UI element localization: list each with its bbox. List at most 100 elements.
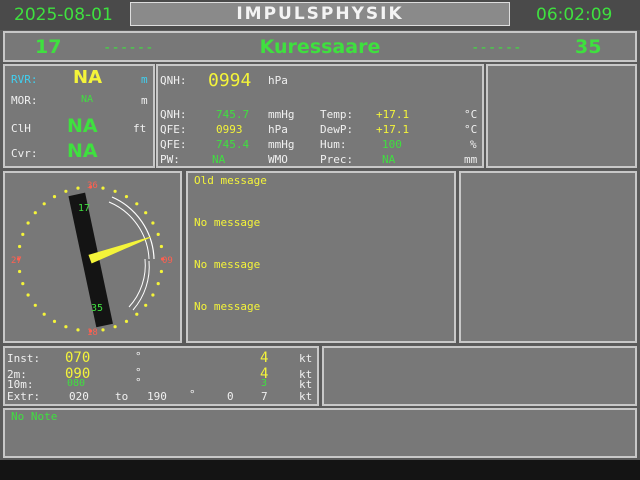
clh-label: ClH bbox=[11, 122, 31, 135]
compass-dot bbox=[159, 244, 163, 249]
compass-dot bbox=[26, 293, 30, 297]
wind-panel: Inst: 070 ° 4 kt 2m: 090 ° 4 kt 10m: 080… bbox=[3, 346, 319, 406]
compass-dot bbox=[26, 221, 30, 225]
compass-dot bbox=[135, 202, 139, 206]
compass-dot bbox=[52, 195, 57, 199]
row-unit: WMO bbox=[268, 153, 288, 166]
compass-dot bbox=[156, 232, 160, 236]
empty-panel-bottom-right bbox=[322, 346, 637, 406]
compass-dot bbox=[76, 186, 80, 190]
extr-label: Extr: bbox=[7, 390, 41, 403]
runway-bottom-label: 35 bbox=[91, 303, 103, 314]
visibility-panel: RVR: NA m MOR: NA m ClH NA ft Cvr: NA bbox=[3, 64, 155, 168]
row-label: QFE: bbox=[160, 123, 187, 136]
row-unit-2: % bbox=[470, 138, 477, 151]
header-date: 2025-08-01 bbox=[14, 5, 113, 25]
row-value-2: +17.1 bbox=[376, 123, 410, 136]
compass-dot bbox=[33, 211, 37, 215]
compass-dot bbox=[144, 211, 148, 215]
compass-panel: 17 35 36 09 18 27 bbox=[3, 171, 182, 343]
row-label: QNH: bbox=[160, 108, 187, 121]
compass-dot bbox=[18, 244, 22, 249]
message-item: No message bbox=[194, 258, 261, 271]
inst-unit: kt bbox=[299, 352, 313, 365]
empty-panel-mid-right bbox=[459, 171, 637, 343]
compass-dot bbox=[135, 312, 139, 316]
row-unit: mmHg bbox=[268, 138, 295, 151]
messages-title: Old message bbox=[194, 174, 267, 187]
variation-arc-lower bbox=[128, 258, 146, 308]
row-unit: mmHg bbox=[268, 108, 295, 121]
row-label: PW: bbox=[160, 153, 180, 166]
compass-dot bbox=[42, 312, 46, 316]
m10-speed: 3 bbox=[261, 378, 268, 389]
extr-deg: ° bbox=[189, 388, 196, 401]
row-unit: hPa bbox=[268, 123, 288, 136]
pressure-row: QFE: 745.4 mmHg Hum: 100 % bbox=[160, 138, 484, 152]
cvr-label: Cvr: bbox=[11, 147, 38, 160]
compass-n-label: 36 bbox=[87, 181, 98, 191]
row-value: 0993 bbox=[216, 123, 243, 136]
inst-dir: 070 bbox=[65, 350, 91, 366]
compass-dot bbox=[151, 293, 155, 297]
compass-s-label: 18 bbox=[87, 328, 98, 338]
runway-right: 35 bbox=[575, 36, 602, 58]
rvr-unit: m bbox=[141, 73, 148, 86]
clh-unit: ft bbox=[133, 122, 147, 135]
compass-dot bbox=[101, 186, 105, 190]
compass-dot bbox=[124, 319, 129, 323]
compass-w-label: 27 bbox=[11, 256, 22, 266]
extr-unit: kt bbox=[299, 390, 313, 403]
extr-to-word: to bbox=[115, 390, 129, 403]
row-value-2: NA bbox=[382, 153, 396, 166]
empty-panel-top-right bbox=[486, 64, 637, 168]
mor-label: MOR: bbox=[11, 94, 38, 107]
qnh-big-value: 0994 bbox=[208, 70, 252, 91]
wind-needle bbox=[88, 236, 151, 264]
compass-dot bbox=[156, 282, 160, 286]
compass-dot bbox=[18, 269, 22, 274]
wind-compass: 17 35 36 09 18 27 bbox=[11, 181, 173, 338]
mor-value: NA bbox=[81, 94, 94, 105]
note-panel: No Note bbox=[3, 408, 637, 458]
rvr-value: NA bbox=[73, 67, 102, 88]
pressure-row: QNH: 745.7 mmHg Temp: +17.1 °C bbox=[160, 108, 484, 122]
clh-value: NA bbox=[67, 115, 98, 137]
row-unit-2: °C bbox=[464, 108, 478, 121]
extr-max: 7 bbox=[261, 390, 268, 403]
note-text: No Note bbox=[11, 410, 58, 423]
messages-panel: Old message No message No message No mes… bbox=[186, 171, 456, 343]
compass-dot bbox=[101, 328, 105, 332]
row-value: 745.4 bbox=[216, 138, 250, 151]
row-value: NA bbox=[212, 153, 226, 166]
title-box: IMPULSPHYSIK bbox=[130, 2, 510, 26]
qnh-big-label: QNH: bbox=[160, 74, 187, 87]
m10-deg: ° bbox=[135, 376, 142, 389]
compass-dot bbox=[159, 269, 163, 274]
runway-bar: 17 ------ Kuressaare ------ 35 bbox=[3, 31, 637, 62]
rvr-label: RVR: bbox=[11, 73, 38, 86]
qnh-big-unit: hPa bbox=[268, 74, 288, 87]
inst-deg: ° bbox=[135, 350, 142, 363]
compass-dot bbox=[124, 195, 129, 199]
extr-to: 190 bbox=[147, 390, 167, 403]
runway-top-label: 17 bbox=[78, 203, 90, 214]
pressure-panel: QNH: 0994 hPa QNH: 745.7 mmHg Temp: +17.… bbox=[156, 64, 484, 168]
compass-dot bbox=[21, 232, 25, 236]
message-item: No message bbox=[194, 216, 261, 229]
row-value-2: +17.1 bbox=[376, 108, 410, 121]
status-strip bbox=[0, 460, 640, 480]
row-unit-2: °C bbox=[464, 123, 478, 136]
inst-label: Inst: bbox=[7, 352, 41, 365]
message-item: No message bbox=[194, 300, 261, 313]
compass-dot bbox=[76, 328, 80, 332]
compass-dot bbox=[113, 189, 117, 193]
compass-dot bbox=[52, 319, 57, 323]
header-bar: 2025-08-01 IMPULSPHYSIK 06:02:09 bbox=[0, 0, 640, 30]
row-value: 745.7 bbox=[216, 108, 250, 121]
row-label-2: Temp: bbox=[320, 108, 354, 121]
row-unit-2: mm bbox=[464, 153, 478, 166]
row-label-2: Prec: bbox=[320, 153, 354, 166]
header-time: 06:02:09 bbox=[536, 5, 613, 25]
compass-dot bbox=[42, 202, 46, 206]
